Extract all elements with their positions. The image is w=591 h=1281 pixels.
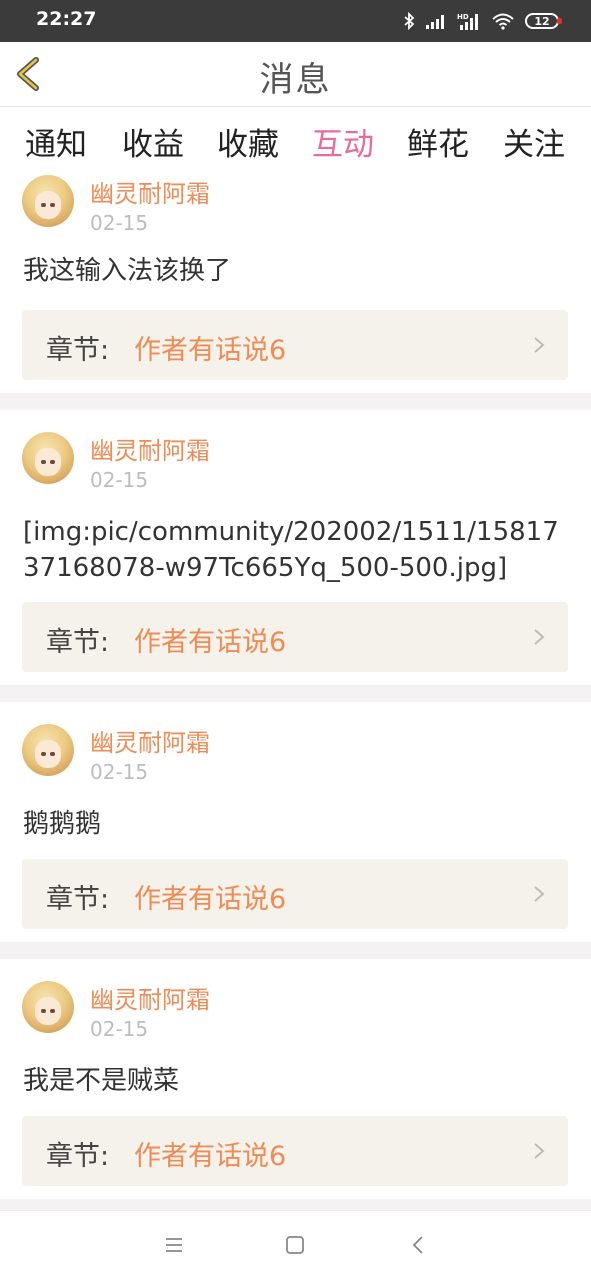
avatar[interactable] <box>22 724 74 776</box>
battery-icon: 12 <box>525 13 562 29</box>
user-name[interactable]: 幽灵耐阿霜 <box>90 980 210 1015</box>
tab-interactions[interactable]: 互动 <box>303 119 383 177</box>
header: 消息 <box>0 42 591 107</box>
status-time: 22:27 <box>36 8 97 30</box>
avatar[interactable] <box>22 432 74 484</box>
tab-favorites[interactable]: 收藏 <box>208 119 288 164</box>
menu-icon[interactable] <box>162 1233 186 1257</box>
tab-following[interactable]: 关注 <box>494 119 574 164</box>
user-name[interactable]: 幽灵耐阿霜 <box>90 431 210 466</box>
tab-label: 互动 <box>312 127 374 163</box>
message-text: 我是不是贼菜 <box>23 1066 180 1096</box>
back-triangle-icon[interactable] <box>407 1233 431 1257</box>
avatar[interactable] <box>22 981 74 1033</box>
message-date: 02-15 <box>90 468 149 492</box>
chapter-label: 章节: <box>46 1141 110 1172</box>
message-list[interactable]: 幽灵耐阿霜 02-15 我这输入法该换了 章节: 作者有话说6 幽灵耐阿霜 02… <box>0 173 591 1210</box>
status-icons: HD 12 <box>403 10 562 32</box>
message-date: 02-15 <box>90 211 149 235</box>
chapter-title: 作者有话说6 <box>134 627 287 658</box>
hd-signal-icon: HD <box>457 13 478 30</box>
tab-label: 收藏 <box>217 127 279 163</box>
chapter-label: 章节: <box>46 335 110 366</box>
home-square-icon[interactable] <box>283 1233 307 1257</box>
signal-icon <box>426 15 444 29</box>
svg-text:HD: HD <box>457 13 469 21</box>
page-title: 消息 <box>259 60 332 100</box>
tab-flowers[interactable]: 鲜花 <box>398 119 478 164</box>
user-name[interactable]: 幽灵耐阿霜 <box>90 174 210 209</box>
chapter-link[interactable]: 章节: 作者有话说6 <box>22 310 568 380</box>
chapter-link[interactable]: 章节: 作者有话说6 <box>22 859 568 929</box>
message-date: 02-15 <box>90 760 149 784</box>
chapter-link[interactable]: 章节: 作者有话说6 <box>22 602 568 672</box>
tab-label: 收益 <box>122 127 184 163</box>
chapter-title: 作者有话说6 <box>134 335 287 366</box>
chevron-right-icon <box>534 886 545 902</box>
message-card: 幽灵耐阿霜 02-15 鹅鹅鹅 章节: 作者有话说6 <box>0 702 591 942</box>
chevron-right-icon <box>534 337 545 353</box>
message-text: 鹅鹅鹅 <box>23 809 102 839</box>
message-date: 02-15 <box>90 1017 149 1041</box>
tab-earnings[interactable]: 收益 <box>113 119 193 164</box>
wifi-icon <box>492 13 514 30</box>
status-bar: 22:27 HD 12 <box>0 0 591 42</box>
system-nav-bar <box>0 1210 591 1281</box>
tab-label: 关注 <box>503 127 565 163</box>
chevron-right-icon <box>534 629 545 645</box>
chapter-title: 作者有话说6 <box>134 884 287 915</box>
message-card: 幽灵耐阿霜 02-15 我这输入法该换了 章节: 作者有话说6 <box>0 173 591 393</box>
chapter-link[interactable]: 章节: 作者有话说6 <box>22 1116 568 1186</box>
tab-notifications[interactable]: 通知 <box>16 119 96 164</box>
avatar[interactable] <box>22 175 74 227</box>
chevron-right-icon <box>534 1143 545 1159</box>
message-text: [img:pic/community/202002/1511/158173716… <box>23 517 559 583</box>
message-card: 幽灵耐阿霜 02-15 我是不是贼菜 章节: 作者有话说6 <box>0 959 591 1199</box>
chapter-title: 作者有话说6 <box>134 1141 287 1172</box>
user-name[interactable]: 幽灵耐阿霜 <box>90 723 210 758</box>
tab-label: 通知 <box>25 127 87 163</box>
message-text: 我这输入法该换了 <box>23 256 232 286</box>
tab-bar: 通知 收益 收藏 互动 鲜花 关注 <box>0 107 591 177</box>
chapter-label: 章节: <box>46 627 110 658</box>
bluetooth-icon <box>404 12 415 30</box>
battery-level: 12 <box>534 14 550 28</box>
message-card: 幽灵耐阿霜 02-15 [img:pic/community/202002/15… <box>0 410 591 685</box>
tab-label: 鲜花 <box>407 127 469 163</box>
chapter-label: 章节: <box>46 884 110 915</box>
